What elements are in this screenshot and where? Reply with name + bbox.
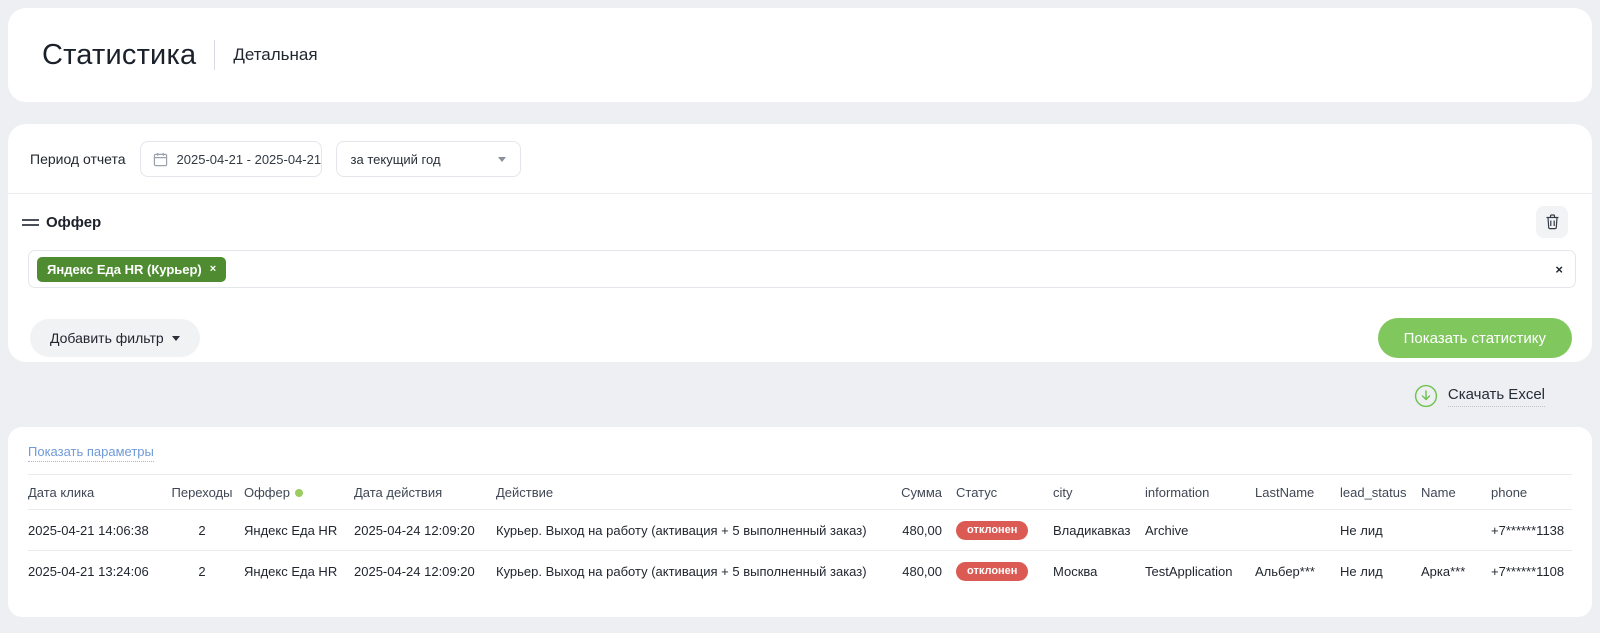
column-header: LastName (1255, 475, 1340, 510)
cell-action-date: 2025-04-24 12:09:20 (354, 551, 496, 592)
filter-actions-row: Добавить фильтр Показать статистику (8, 288, 1592, 358)
date-range-value: 2025-04-21 - 2025-04-21 (177, 152, 322, 167)
cell-phone: +7******1138 (1491, 510, 1572, 551)
drag-handle-icon[interactable] (22, 216, 39, 229)
cell-lastname (1255, 510, 1340, 551)
chevron-down-icon (172, 336, 180, 341)
column-header: Сумма (874, 475, 956, 510)
cell-status: отклонен (956, 510, 1053, 551)
cell-click-date: 2025-04-21 14:06:38 (28, 510, 168, 551)
page-header-card: Статистика Детальная (8, 8, 1592, 102)
report-period-label: Период отчета (30, 151, 126, 167)
offer-tag-remove-icon[interactable]: × (210, 264, 216, 275)
period-preset-select[interactable]: за текущий год (336, 141, 521, 177)
add-filter-label: Добавить фильтр (50, 330, 164, 346)
cell-action: Курьер. Выход на работу (активация + 5 в… (496, 510, 874, 551)
column-header: information (1145, 475, 1255, 510)
table-header-row: Дата клика Переходы Оффер Дата действия … (28, 475, 1572, 510)
page-title: Статистика (42, 39, 196, 72)
column-header: Статус (956, 475, 1053, 510)
column-header: phone (1491, 475, 1572, 510)
show-statistics-button[interactable]: Показать статистику (1378, 318, 1572, 358)
chevron-down-icon (498, 157, 506, 162)
offer-filter-label: Оффер (46, 214, 101, 231)
offer-indicator-icon (295, 489, 303, 497)
page-subtitle: Детальная (233, 45, 317, 65)
date-range-input[interactable]: 2025-04-21 - 2025-04-21 (140, 141, 322, 177)
clear-field-icon[interactable]: × (1555, 262, 1563, 277)
add-filter-button[interactable]: Добавить фильтр (30, 319, 200, 357)
cell-lead-status: Не лид (1340, 551, 1421, 592)
offer-tags-input[interactable]: Яндекс Еда HR (Курьер) × × (28, 250, 1576, 288)
report-period-row: Период отчета 2025-04-21 - 2025-04-21 за… (8, 124, 1592, 177)
trash-icon (1545, 214, 1560, 230)
cell-status: отклонен (956, 551, 1053, 592)
offer-filter-row: Оффер (8, 194, 1592, 238)
cell-information: TestApplication (1145, 551, 1255, 592)
cell-name: Арка*** (1421, 551, 1491, 592)
title-divider (214, 40, 215, 70)
cell-click-date: 2025-04-21 13:24:06 (28, 551, 168, 592)
period-preset-value: за текущий год (351, 152, 441, 167)
column-header: Дата действия (354, 475, 496, 510)
status-badge: отклонен (956, 562, 1028, 581)
column-header: Действие (496, 475, 874, 510)
offer-tag-label: Яндекс Еда HR (Курьер) (47, 262, 202, 277)
statistics-table: Дата клика Переходы Оффер Дата действия … (28, 474, 1572, 592)
cell-name (1421, 510, 1491, 551)
cell-offer: Яндекс Еда HR (244, 551, 354, 592)
column-header: Дата клика (28, 475, 168, 510)
table-row: 2025-04-21 13:24:06 2 Яндекс Еда HR 2025… (28, 551, 1572, 592)
cell-lastname: Альбер*** (1255, 551, 1340, 592)
cell-city: Москва (1053, 551, 1145, 592)
cell-action-date: 2025-04-24 12:09:20 (354, 510, 496, 551)
cell-offer: Яндекс Еда HR (244, 510, 354, 551)
cell-amount: 480,00 (874, 510, 956, 551)
cell-information: Archive (1145, 510, 1255, 551)
cell-lead-status: Не лид (1340, 510, 1421, 551)
cell-action: Курьер. Выход на работу (активация + 5 в… (496, 551, 874, 592)
column-header: lead_status (1340, 475, 1421, 510)
remove-filter-button[interactable] (1536, 206, 1568, 238)
column-header: city (1053, 475, 1145, 510)
cell-transitions: 2 (168, 551, 244, 592)
column-header: Переходы (168, 475, 244, 510)
calendar-icon (153, 152, 168, 167)
download-icon (1414, 384, 1438, 408)
filters-panel: Период отчета 2025-04-21 - 2025-04-21 за… (8, 124, 1592, 362)
download-excel-label: Скачать Excel (1448, 386, 1545, 407)
cell-phone: +7******1108 (1491, 551, 1572, 592)
table-row: 2025-04-21 14:06:38 2 Яндекс Еда HR 2025… (28, 510, 1572, 551)
column-header: Name (1421, 475, 1491, 510)
cell-amount: 480,00 (874, 551, 956, 592)
cell-transitions: 2 (168, 510, 244, 551)
offer-tag: Яндекс Еда HR (Курьер) × (37, 257, 226, 282)
download-excel-link[interactable]: Скачать Excel (1414, 384, 1545, 408)
show-parameters-link[interactable]: Показать параметры (28, 444, 154, 462)
cell-city: Владикавказ (1053, 510, 1145, 551)
column-header: Оффер (244, 475, 354, 510)
status-badge: отклонен (956, 521, 1028, 540)
results-table-card: Показать параметры Дата клика Переходы О… (8, 427, 1592, 617)
